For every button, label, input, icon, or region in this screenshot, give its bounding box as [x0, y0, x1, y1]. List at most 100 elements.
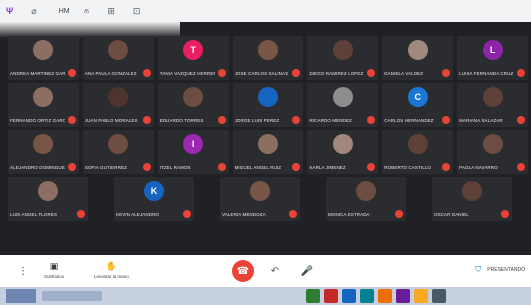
participant-name: ALEJANDRO DOMINGUEZ	[10, 165, 65, 170]
start-button[interactable]	[6, 289, 36, 303]
taskbar-app-icon[interactable]	[396, 289, 410, 303]
participant-tile[interactable]: C CARLOS HERNANDEZ	[382, 83, 454, 127]
participant-name: LUISA FERNANDA CRUZ	[459, 71, 514, 76]
participant-tile[interactable]: KARLA JIMENEZ	[307, 130, 379, 174]
participant-tile[interactable]: JUAN PABLO MORALES	[82, 83, 154, 127]
mic-muted-icon	[442, 69, 451, 77]
avatar: T	[183, 40, 204, 60]
hand-icon: ✋	[105, 261, 118, 271]
participant-tile[interactable]: SOFIA GUTIERREZ	[82, 130, 154, 174]
mic-muted-icon	[517, 116, 526, 124]
avatar	[258, 87, 278, 107]
participant-tile[interactable]: MONICA ESTRADA	[326, 177, 406, 221]
end-call-button[interactable]: ☎	[232, 260, 254, 282]
taskbar-app-icon[interactable]	[360, 289, 374, 303]
participant-name: ANA PAULA GONZALEZ	[84, 71, 137, 76]
participant-tile[interactable]: ANDREA MARTINEZ GARCIA	[8, 36, 79, 80]
participant-name: TANIA VAZQUEZ HERRERA	[159, 71, 215, 76]
avatar: I	[183, 134, 204, 154]
taskbar-app-icon[interactable]	[324, 289, 338, 303]
avatar	[258, 134, 278, 154]
mic-muted-icon	[367, 69, 376, 77]
participant-tile[interactable]: LUIS ANGEL FLORES	[8, 177, 88, 221]
participant-tile[interactable]: JORGE LUIS PEREZ	[232, 83, 304, 127]
mic-muted-icon	[142, 69, 151, 77]
taskbar-app-icon[interactable]	[378, 289, 392, 303]
call-extra-controls: ▣ Subtítulos ✋ Levantar la mano	[44, 261, 129, 279]
participant-tile[interactable]: I ITZEL RAMOS	[157, 130, 229, 174]
avatar	[407, 134, 428, 154]
participant-name: MIGUEL ANGEL RUIZ	[234, 165, 282, 170]
avatar	[33, 87, 54, 107]
participant-tile[interactable]: VALERIA MENDOZA	[220, 177, 300, 221]
participant-tile[interactable]: ALEJANDRO DOMINGUEZ	[8, 130, 79, 174]
presenting-text: PRESENTANDO	[487, 267, 525, 273]
microphone-button[interactable]: 🎤	[296, 260, 318, 282]
participant-name: KEVIN ALEJANDRO	[116, 212, 160, 217]
control-label: Subtítulos	[44, 274, 65, 279]
participant-name: DANIELA VALDEZ	[384, 71, 424, 76]
participant-name: EDUARDO TORRES	[159, 118, 204, 123]
participant-tile[interactable]: ROBERTO CASTILLO	[382, 130, 454, 174]
tb-icon-1[interactable]: Ψ	[6, 6, 17, 16]
participant-tile[interactable]: JOSE CARLOS SALINAS	[232, 36, 304, 80]
avatar: K	[144, 181, 164, 201]
participant-row: ALEJANDRO DOMINGUEZ SOFIA GUTIERREZ I ITZEL…	[8, 130, 529, 174]
mic-muted-icon	[67, 69, 76, 77]
more-options-icon[interactable]: ⋮	[18, 266, 28, 277]
raise-hand-button[interactable]: ✋ Levantar la mano	[94, 261, 129, 279]
avatar	[183, 87, 204, 107]
avatar	[250, 181, 270, 201]
participant-name: FERNANDO ORTIZ GARCIA	[10, 118, 65, 123]
participant-name: VALERIA MENDOZA	[222, 212, 266, 217]
mic-muted-icon	[517, 163, 526, 171]
mic-muted-icon	[292, 116, 301, 124]
participant-name: JOSE CARLOS SALINAS	[234, 71, 289, 76]
toolbar-label: HM	[58, 7, 70, 15]
avatar: L	[482, 40, 503, 60]
shield-icon: ⛉	[475, 265, 482, 274]
participant-tile[interactable]: MIGUEL ANGEL RUIZ	[232, 130, 304, 174]
participant-name: OSCAR DANIEL	[434, 212, 469, 217]
taskbar-app-icon[interactable]	[432, 289, 446, 303]
tb-icon-5[interactable]: ⊞	[107, 6, 119, 17]
participant-tile[interactable]: OSCAR DANIEL	[432, 177, 512, 221]
avatar	[38, 181, 58, 201]
presenting-status: ⛉ PRESENTANDO	[475, 265, 525, 275]
participant-tile[interactable]: ANA PAULA GONZALEZ	[82, 36, 154, 80]
undo-button[interactable]: ↶	[264, 260, 286, 282]
participant-tile[interactable]: RICARDO MENDEZ	[307, 83, 379, 127]
participant-name: MONICA ESTRADA	[328, 212, 370, 217]
avatar	[356, 181, 376, 201]
participant-row: FERNANDO ORTIZ GARCIA JUAN PABLO MORALES E…	[8, 83, 529, 127]
mic-muted-icon	[367, 163, 376, 171]
participant-tile[interactable]: DANIELA VALDEZ	[382, 36, 454, 80]
taskbar-search[interactable]	[42, 291, 102, 301]
mic-muted-icon	[501, 210, 509, 218]
avatar	[33, 134, 54, 154]
taskbar-app-icon[interactable]	[414, 289, 428, 303]
mic-muted-icon	[289, 210, 297, 218]
taskbar-app-icon[interactable]	[342, 289, 356, 303]
tb-icon-6[interactable]: ⊡	[133, 6, 145, 17]
captions-button[interactable]: ▣ Subtítulos	[44, 261, 64, 279]
mic-muted-icon	[77, 210, 85, 218]
mic-muted-icon	[442, 163, 451, 171]
participant-tile[interactable]: K KEVIN ALEJANDRO	[114, 177, 194, 221]
mic-muted-icon	[217, 116, 226, 124]
participant-tile[interactable]: T TANIA VAZQUEZ HERRERA	[157, 36, 229, 80]
participant-tile[interactable]: FERNANDO ORTIZ GARCIA	[8, 83, 79, 127]
tb-icon-2[interactable]: ⌀	[31, 6, 40, 17]
mic-muted-icon	[442, 116, 451, 124]
participant-tile[interactable]: PAOLA NAVARRO	[457, 130, 529, 174]
participant-tile[interactable]: DIEGO RAMIREZ LOPEZ	[307, 36, 379, 80]
participant-tile[interactable]: L LUISA FERNANDA CRUZ	[457, 36, 529, 80]
tb-icon-4[interactable]: க	[84, 5, 94, 17]
avatar	[407, 40, 428, 60]
tb-icon-3[interactable]: HM	[55, 8, 70, 15]
participant-name: JUAN PABLO MORALES	[84, 118, 138, 123]
taskbar-app-icon[interactable]	[306, 289, 320, 303]
participant-tile[interactable]: EDUARDO TORRES	[157, 83, 229, 127]
mic-muted-icon	[67, 163, 76, 171]
participant-tile[interactable]: MARIANA SALAZAR	[457, 83, 529, 127]
